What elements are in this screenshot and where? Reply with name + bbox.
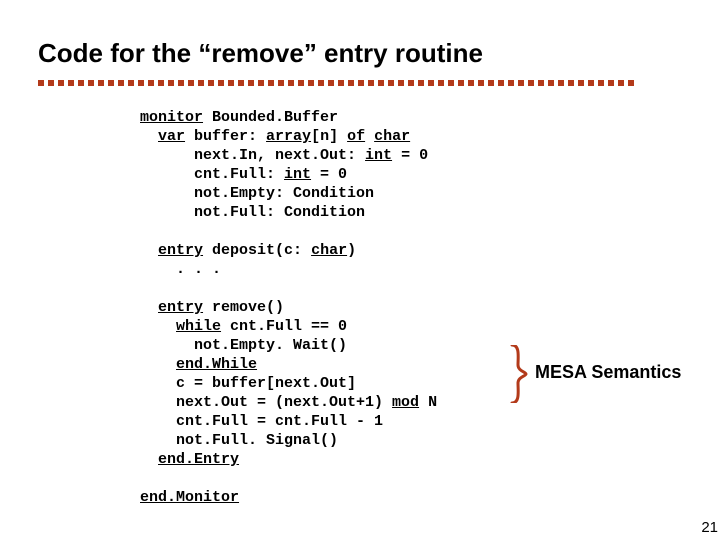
code-text: cnt.Full: <box>140 166 284 183</box>
code-text <box>140 356 176 373</box>
kw-char: char <box>311 242 347 259</box>
code-text: not.Empty. Wait() <box>140 337 347 354</box>
code-text <box>140 299 158 316</box>
code-text: [n] <box>311 128 347 145</box>
code-text: cnt.Full = cnt.Full - 1 <box>140 413 383 430</box>
kw-entry: entry <box>158 242 203 259</box>
annotation-label: MESA Semantics <box>535 362 681 383</box>
slide: Code for the “remove” entry routine moni… <box>0 0 720 540</box>
code-text: Bounded.Buffer <box>203 109 338 126</box>
kw-int: int <box>284 166 311 183</box>
code-text: . . . <box>140 261 221 278</box>
code-text: next.Out = (next.Out+1) <box>140 394 392 411</box>
kw-entry: entry <box>158 299 203 316</box>
code-text: remove() <box>203 299 284 316</box>
kw-monitor: monitor <box>140 109 203 126</box>
code-text: ) <box>347 242 356 259</box>
code-block: monitor Bounded.Buffer var buffer: array… <box>140 108 437 507</box>
curly-brace-icon <box>510 345 528 403</box>
code-text: = 0 <box>311 166 347 183</box>
code-text <box>140 242 158 259</box>
code-text <box>365 128 374 145</box>
code-text: = 0 <box>392 147 428 164</box>
kw-int: int <box>365 147 392 164</box>
code-text: not.Full. Signal() <box>140 432 338 449</box>
code-text: deposit(c: <box>203 242 311 259</box>
code-text <box>140 451 158 468</box>
code-text: not.Full: Condition <box>140 204 365 221</box>
code-text: c = buffer[next.Out] <box>140 375 356 392</box>
kw-endwhile: end.While <box>176 356 257 373</box>
slide-title: Code for the “remove” entry routine <box>38 38 483 69</box>
code-text: N <box>419 394 437 411</box>
code-text: buffer: <box>185 128 266 145</box>
kw-mod: mod <box>392 394 419 411</box>
code-text: cnt.Full == 0 <box>221 318 347 335</box>
kw-while: while <box>176 318 221 335</box>
kw-char: char <box>374 128 410 145</box>
code-text <box>140 128 158 145</box>
kw-var: var <box>158 128 185 145</box>
code-text: not.Empty: Condition <box>140 185 374 202</box>
code-text <box>140 318 176 335</box>
title-underline <box>38 80 638 86</box>
kw-endmonitor: end.Monitor <box>140 489 239 506</box>
kw-of: of <box>347 128 365 145</box>
code-text: next.In, next.Out: <box>140 147 365 164</box>
page-number: 21 <box>701 519 718 536</box>
kw-array: array <box>266 128 311 145</box>
kw-endentry: end.Entry <box>158 451 239 468</box>
